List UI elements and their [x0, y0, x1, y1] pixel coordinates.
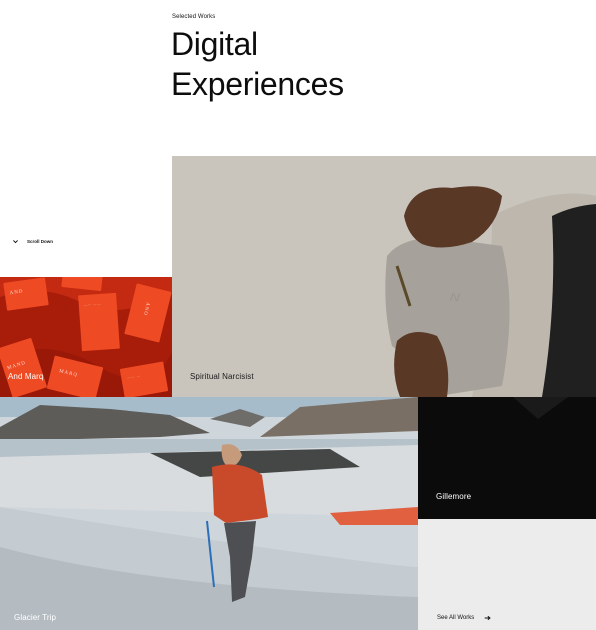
spiritual-narcisist-image: /\/	[172, 156, 596, 397]
arrow-right-icon	[484, 615, 491, 621]
see-all-panel: See All Works	[418, 519, 596, 630]
work-title-glacier-trip: Glacier Trip	[14, 613, 57, 622]
work-tile-glacier-trip[interactable]: Glacier Trip	[0, 397, 418, 630]
title-line-1: Digital	[171, 26, 258, 62]
glacier-trip-image	[0, 397, 418, 630]
scroll-down-label: Scroll Down	[27, 239, 54, 244]
work-title-and-marq: And Marq	[8, 372, 44, 381]
eyebrow: Selected Works	[172, 14, 216, 20]
work-tile-gillemore[interactable]: Gillemore	[418, 397, 596, 519]
chevron-down-icon	[13, 240, 18, 244]
work-title-spiritual-narcisist: Spiritual Narcisist	[190, 372, 254, 381]
see-all-works-link[interactable]: See All Works	[437, 615, 491, 621]
svg-text:/\/: /\/	[450, 290, 461, 304]
work-tile-and-marq[interactable]: AND —— —— ANO MAND MARQ —— — And Marq	[0, 277, 172, 397]
work-title-gillemore: Gillemore	[436, 492, 472, 501]
work-tile-spiritual-narcisist[interactable]: /\/ Spiritual Narcisist	[172, 156, 596, 397]
title-line-2: Experiences	[171, 66, 344, 102]
page-title: Digital Experiences	[171, 24, 344, 104]
see-all-works-label: See All Works	[437, 615, 475, 621]
scroll-down-link[interactable]: Scroll Down	[12, 238, 53, 245]
